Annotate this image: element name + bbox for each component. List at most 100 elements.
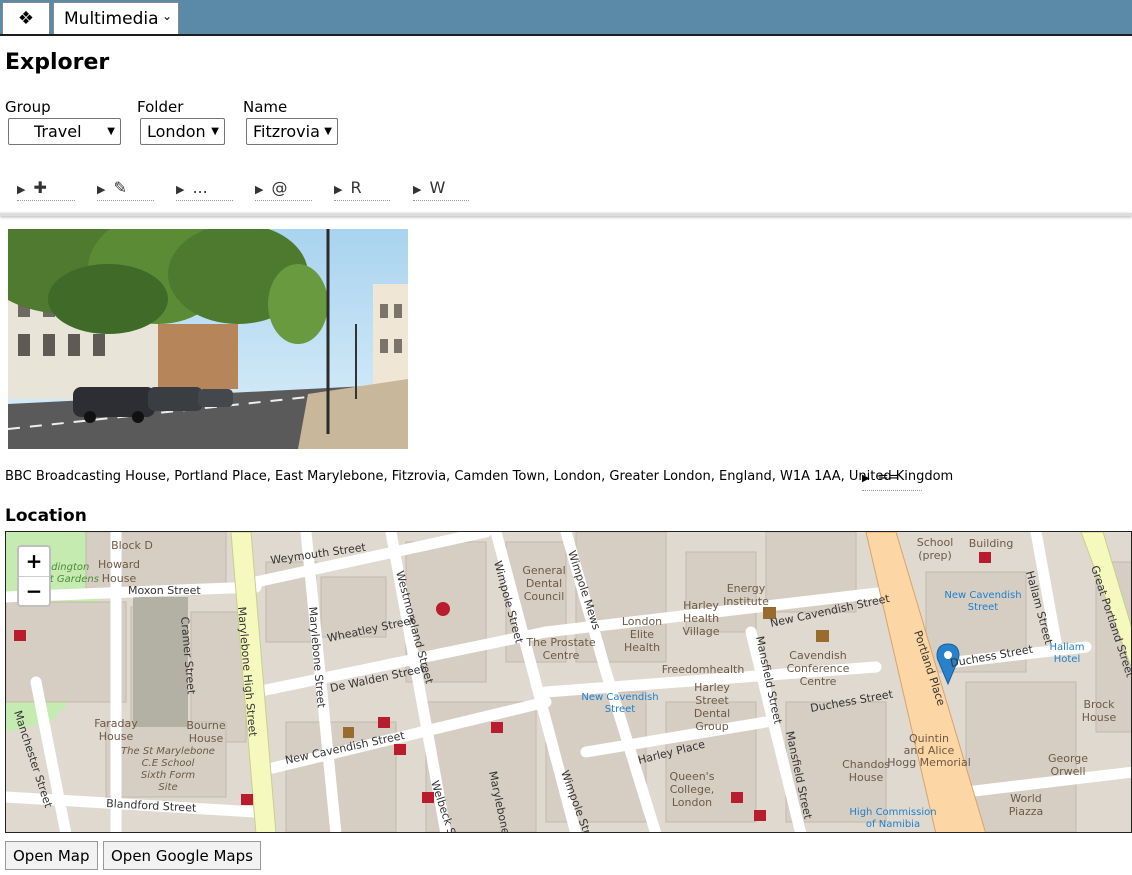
folder-select[interactable]: London ▼ [140,118,225,145]
zoom-out-button[interactable]: − [19,577,49,606]
svg-text:World: World [1010,792,1042,805]
more-action[interactable]: ▶... [176,178,233,201]
street-photo [8,229,408,449]
section-dropdown[interactable]: Multimedia ⌄ [53,2,179,34]
edit-action[interactable]: ▶ ✎ [97,178,154,201]
svg-text:House: House [102,572,137,585]
svg-text:High Commission: High Commission [849,807,936,818]
location-heading: Location [5,506,87,526]
svg-text:Elite: Elite [630,628,654,641]
svg-text:Piazza: Piazza [1009,805,1043,818]
svg-text:House: House [1082,711,1117,724]
folder-value: London [147,122,206,141]
svg-text:New Cavendish: New Cavendish [581,692,658,703]
r-icon: R [350,178,362,197]
play-icon: ▶ [255,183,264,196]
address-text: BBC Broadcasting House, Portland Place, … [5,469,954,484]
w-action[interactable]: ▶ W [413,178,469,201]
top-navigation-bar: ❖ Multimedia ⌄ [0,0,1132,36]
section-label: Multimedia [64,9,159,29]
svg-text:College,: College, [670,783,715,796]
chevron-down-icon: ▼ [211,126,219,137]
svg-text:Institute: Institute [723,595,769,608]
svg-text:Hogg Memorial: Hogg Memorial [887,756,971,769]
page-title: Explorer [5,50,110,75]
svg-text:Hallam: Hallam [1049,642,1084,653]
play-icon: ▶ [862,473,870,484]
svg-text:General: General [522,564,565,577]
svg-text:Dental: Dental [526,577,562,590]
svg-text:Moxon Street: Moxon Street [128,584,201,597]
svg-text:Street: Street [695,694,729,707]
svg-text:Building: Building [969,537,1014,550]
svg-text:Centre: Centre [800,675,837,688]
folder-label: Folder [137,98,184,116]
svg-text:House: House [189,732,224,745]
location-map[interactable]: Weymouth Street Moxon Street Wheatley St… [5,531,1132,833]
group-label: Group [5,98,51,116]
svg-text:Street: Street [605,704,635,715]
address-details-action[interactable]: ▶ == [862,470,922,491]
svg-text:Council: Council [524,590,565,603]
pencil-icon: ✎ [113,178,127,197]
svg-text:Conference: Conference [787,662,850,675]
open-map-button[interactable]: Open Map [5,841,98,870]
zoom-control: + − [17,545,51,607]
plus-icon: ✚ [33,178,47,197]
svg-text:Harley: Harley [683,599,719,612]
more-icon: ... [192,178,208,197]
svg-text:Health: Health [683,612,719,625]
svg-text:Village: Village [683,625,720,638]
chevron-down-icon: ▼ [324,126,332,137]
equals-icon: == [877,470,900,485]
svg-text:School: School [917,536,954,549]
group-value: Travel [34,122,82,141]
name-select[interactable]: Fitzrovia ▼ [246,118,338,145]
svg-text:Dental: Dental [694,707,730,720]
group-select[interactable]: Travel ▼ [8,118,121,145]
zoom-in-button[interactable]: + [19,547,49,577]
svg-text:House: House [849,771,884,784]
svg-text:Brock: Brock [1084,698,1116,711]
svg-text:Orwell: Orwell [1050,765,1085,778]
play-icon: ▶ [334,183,343,196]
svg-text:Freedomhealth: Freedomhealth [662,663,745,676]
svg-text:Group: Group [695,720,729,733]
toolbar-divider [0,213,1132,216]
svg-text:Queen's: Queen's [670,770,715,783]
home-tab[interactable]: ❖ [2,2,50,34]
svg-text:Hotel: Hotel [1054,654,1081,665]
svg-text:Cavendish: Cavendish [789,649,846,662]
grid-diamond-icon: ❖ [17,8,35,29]
add-action[interactable]: ▶ ✚ [17,178,75,201]
svg-text:of Namibia: of Namibia [866,819,920,830]
svg-text:Faraday: Faraday [94,717,138,730]
play-icon: ▶ [17,183,26,196]
svg-text:Harley: Harley [694,681,730,694]
svg-text:C.E School: C.E School [142,758,195,769]
play-icon: ▶ [97,183,106,196]
svg-text:The Prostate: The Prostate [525,636,596,649]
svg-text:Site: Site [158,782,177,793]
open-google-maps-button[interactable]: Open Google Maps [103,841,261,870]
svg-text:London: London [672,796,712,809]
svg-text:Block D: Block D [111,539,153,552]
svg-text:The St Marylebone: The St Marylebone [121,746,215,757]
svg-text:Street: Street [968,602,998,613]
svg-text:New Cavendish: New Cavendish [944,590,1021,601]
svg-text:Chandos: Chandos [842,758,890,771]
svg-text:Centre: Centre [543,649,580,662]
play-icon: ▶ [413,183,422,196]
email-action[interactable]: ▶ @ [255,178,312,201]
svg-text:London: London [622,615,662,628]
w-icon: W [429,178,446,197]
svg-text:Sixth Form: Sixth Form [141,770,195,781]
name-value: Fitzrovia [253,122,320,141]
svg-text:(prep): (prep) [918,549,952,562]
chevron-down-icon: ▼ [107,126,115,137]
svg-text:Bourne: Bourne [186,719,226,732]
svg-text:Energy: Energy [727,582,766,595]
svg-text:House: House [99,730,134,743]
svg-text:Howard: Howard [98,558,140,571]
r-action[interactable]: ▶ R [334,178,390,201]
